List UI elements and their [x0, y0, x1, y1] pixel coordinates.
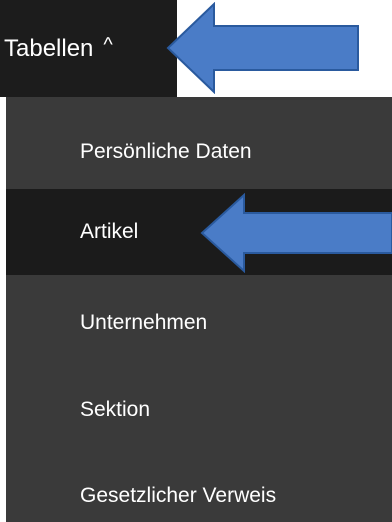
menu-item-label: Gesetzlicher Verweis — [80, 484, 277, 507]
screenshot-stage: Tabellen ^ Persönliche Daten Artikel Unt… — [0, 0, 392, 522]
menu-item-artikel[interactable]: Artikel — [6, 189, 392, 275]
chevron-up-icon: ^ — [103, 34, 113, 56]
menu-bar-background — [177, 0, 392, 97]
menu-title: Tabellen — [4, 34, 94, 62]
menu-item-persoenliche-daten[interactable]: Persönliche Daten — [6, 109, 392, 195]
menu-item-label: Artikel — [80, 220, 139, 243]
menu-item-label: Unternehmen — [80, 311, 208, 334]
menu-item-sektion[interactable]: Sektion — [6, 367, 392, 453]
menu-item-gesetzlicher-verweis[interactable]: Gesetzlicher Verweis — [6, 453, 392, 522]
menu-item-unternehmen[interactable]: Unternehmen — [6, 280, 392, 366]
menu-item-label: Sektion — [80, 398, 151, 421]
tabellen-dropdown-menu: Persönliche Daten Artikel Unternehmen Se… — [6, 97, 392, 522]
menu-item-label: Persönliche Daten — [80, 140, 252, 163]
tabellen-menu-button[interactable]: Tabellen ^ — [0, 0, 177, 97]
